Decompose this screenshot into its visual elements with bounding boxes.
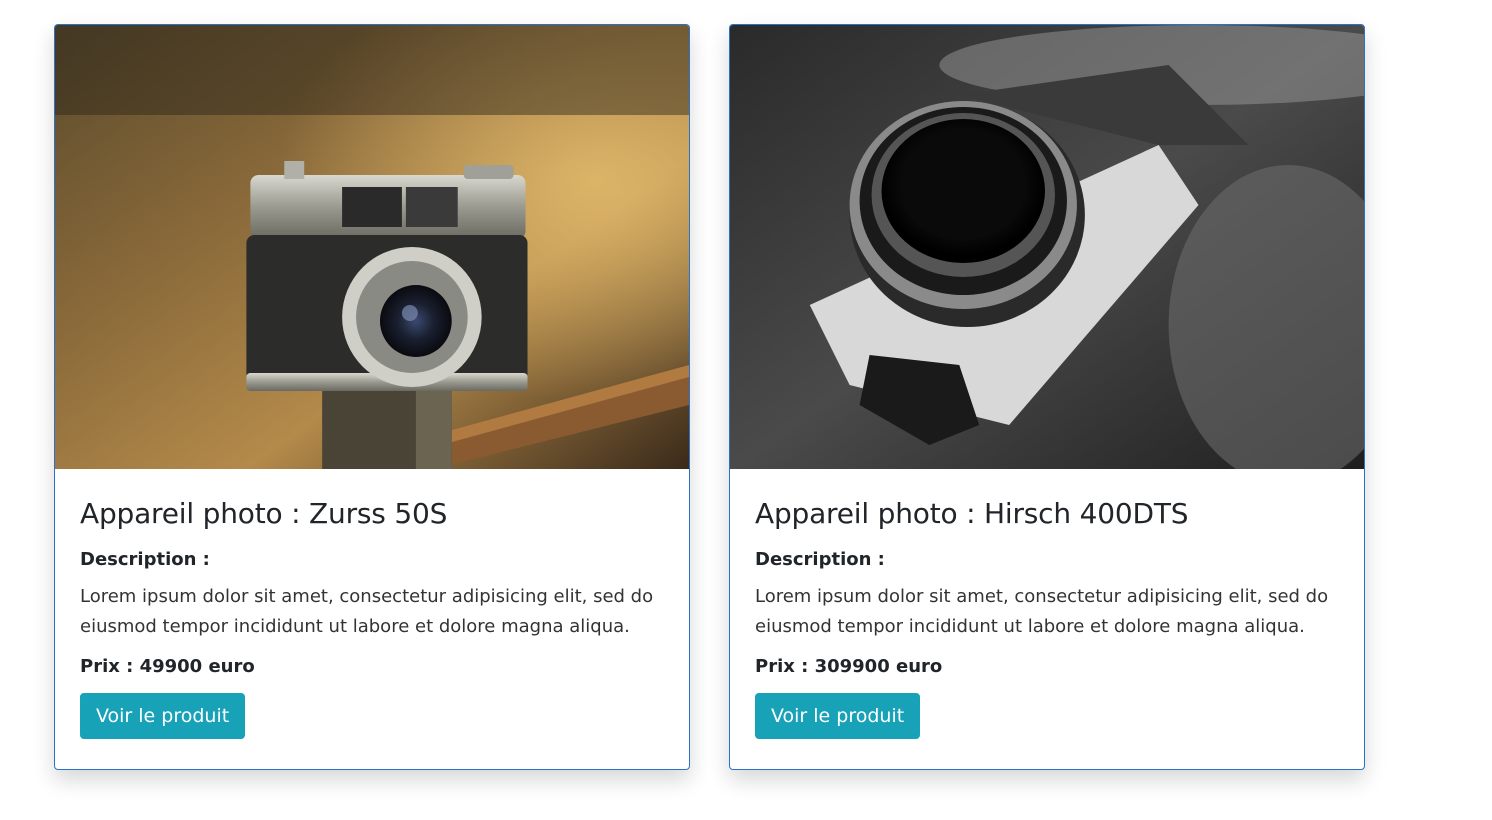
product-grid: Appareil photo : Zurss 50S Description :… [0,0,1492,820]
description-text: Lorem ipsum dolor sit amet, consectetur … [755,586,1329,637]
product-image-mirrorless-camera [730,25,1364,469]
product-card: Appareil photo : Hirsch 400DTS Descripti… [729,24,1365,770]
view-product-button[interactable]: Voir le produit [755,693,921,739]
description-label: Description : [755,549,885,570]
product-price: Prix : 309900 euro [755,656,943,677]
product-card: Appareil photo : Zurss 50S Description :… [54,24,690,770]
description-text: Lorem ipsum dolor sit amet, consectetur … [80,586,654,637]
product-title: Appareil photo : Hirsch 400DTS [755,497,1189,530]
card-body: Appareil photo : Hirsch 400DTS Descripti… [730,469,1364,739]
product-image-vintage-camera [55,25,689,469]
description-label: Description : [80,549,210,570]
view-product-button[interactable]: Voir le produit [80,693,246,739]
card-body: Appareil photo : Zurss 50S Description :… [55,469,689,739]
camera-photo-icon [730,25,1364,469]
product-title: Appareil photo : Zurss 50S [80,497,448,530]
camera-photo-icon [55,25,689,469]
product-price: Prix : 49900 euro [80,656,255,677]
